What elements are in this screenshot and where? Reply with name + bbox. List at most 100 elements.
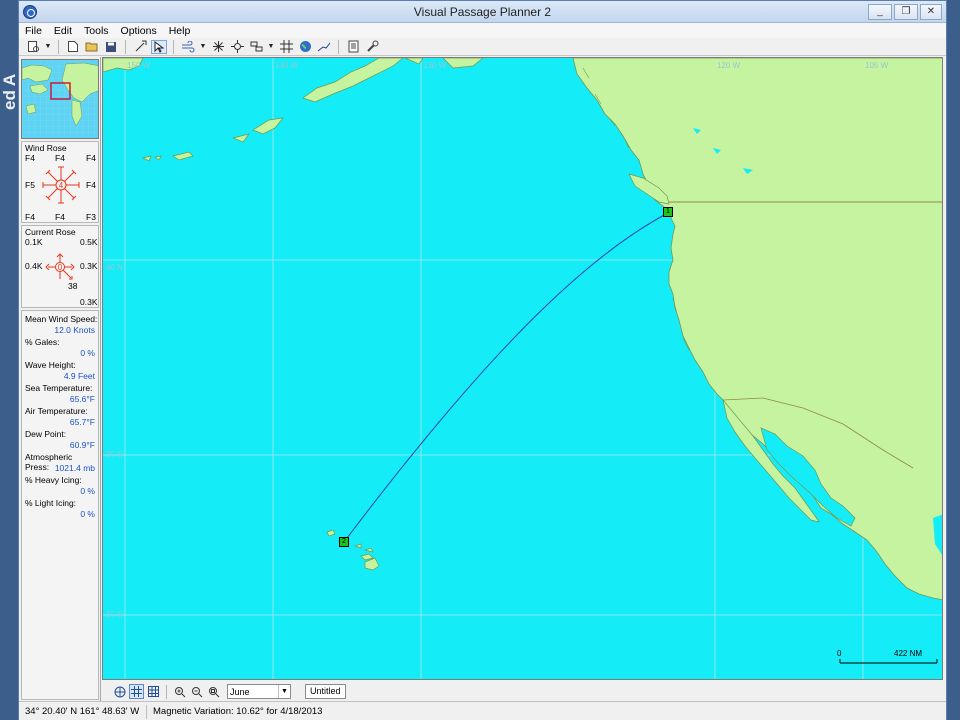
wind-overlay-icon[interactable] (180, 40, 196, 54)
window-title: Visual Passage Planner 2 (413, 5, 552, 19)
longitude-label: 130 W (423, 61, 447, 70)
grid-icon[interactable] (278, 40, 294, 54)
wind-rose-icon[interactable] (210, 40, 226, 54)
stat-label: Mean Wind Speed: (25, 314, 98, 324)
wind-rose-force-e: F4 (86, 180, 96, 190)
new-route-icon[interactable] (25, 40, 41, 54)
current-rose-nw: 0.1K (25, 237, 43, 247)
restore-button[interactable]: ❐ (894, 4, 918, 20)
longitude-label: 120 W (717, 61, 741, 70)
stat-label: Wave Height: (25, 360, 76, 370)
zoom-fit-icon[interactable] (206, 684, 221, 699)
open-folder-icon[interactable] (84, 40, 100, 54)
chart-map-view[interactable]: 1 2 150 W 140 W 130 W 120 W 105 W 40 N 3… (102, 57, 943, 680)
waypoint-1[interactable]: 1 (663, 207, 673, 217)
new-file-icon[interactable] (65, 40, 81, 54)
wind-rose-force-w: F5 (25, 180, 35, 190)
slide-background-text: ed A (0, 73, 18, 110)
close-button[interactable]: ✕ (920, 4, 942, 20)
globe-icon[interactable] (297, 40, 313, 54)
wind-rose-force-n: F4 (55, 153, 65, 163)
stat-value: 65.7°F (69, 417, 95, 427)
waypoint-label: 1 (666, 208, 670, 215)
current-rose-panel: Current Rose 0.1K 0.5K 0.4K 0.3K 38 0.3K… (21, 225, 99, 308)
wind-rose-center: 4 (59, 181, 64, 190)
wind-rose-force-se: F3 (86, 212, 96, 222)
wind-rose-graphic: 4 (42, 166, 80, 204)
document-tab[interactable]: Untitled (305, 684, 346, 699)
stat-label: Air Temperature: (25, 406, 88, 416)
toolbar-divider (173, 39, 174, 54)
route-icon[interactable] (316, 40, 332, 54)
wind-rose-force-sw: F4 (25, 212, 35, 222)
add-waypoint-icon[interactable] (132, 40, 148, 54)
stat-label: Dew Point: (25, 429, 67, 439)
toolbar-divider (58, 39, 59, 54)
menu-tools[interactable]: Tools (84, 25, 109, 37)
stat-label: % Gales: (25, 337, 60, 347)
settings-icon[interactable] (364, 40, 380, 54)
minimize-button[interactable]: _ (868, 4, 892, 20)
toolbar-divider (338, 39, 339, 54)
wind-rose-panel: Wind Rose F4 F4 F4 F5 F4 F4 F4 F3 4 (21, 141, 99, 223)
app-window: Visual Passage Planner 2 _ ❐ ✕ File Edit… (18, 0, 947, 720)
wind-rose-force-nw: F4 (25, 153, 35, 163)
globe-view-icon[interactable] (112, 684, 127, 699)
select-pointer-icon[interactable] (151, 39, 167, 54)
magnetic-variation: Magnetic Variation: 10.62° for 4/18/2013 (153, 705, 323, 717)
latitude-label: 40 N (106, 263, 123, 272)
chevron-down-icon[interactable]: ▼ (267, 40, 275, 54)
title-bar: Visual Passage Planner 2 _ ❐ ✕ (19, 1, 946, 23)
map-canvas[interactable] (103, 58, 943, 680)
chart-layer-icon[interactable] (248, 40, 264, 54)
chevron-down-icon[interactable]: ▼ (199, 40, 207, 54)
overview-minimap[interactable] (21, 59, 99, 139)
zoom-out-icon[interactable] (189, 684, 204, 699)
stat-label: % Heavy Icing: (25, 475, 82, 485)
latitude-label: 10 N (106, 610, 123, 619)
scale-bar (839, 659, 938, 664)
stat-value: 0 % (80, 486, 95, 496)
current-rose-ne: 0.5K (80, 237, 98, 247)
waypoint-2[interactable]: 2 (339, 537, 349, 547)
current-rose-se-count: 38 (68, 281, 78, 291)
scale-end-label: 422 NM (894, 649, 923, 658)
stat-label: Sea Temperature: (25, 383, 93, 393)
stat-value: 65.6°F (69, 394, 95, 404)
cursor-position: 34° 20.40' N 161° 48.63' W (19, 704, 147, 719)
save-icon[interactable] (103, 40, 119, 54)
stat-value: 1021.4 mb (54, 463, 95, 473)
current-rose-title: Current Rose (25, 227, 76, 237)
stat-value: 4.9 Feet (63, 371, 95, 381)
toolbar: ▼ ▼ ▼ (19, 38, 946, 56)
toolbar-divider (125, 39, 126, 54)
longitude-label: 105 W (865, 61, 889, 70)
menu-edit[interactable]: Edit (54, 25, 72, 37)
wind-rose-force-s: F4 (55, 212, 65, 222)
scale-start-label: 0 (837, 649, 842, 658)
current-rose-e: 0.3K (80, 261, 98, 271)
route-line[interactable] (343, 212, 669, 543)
stat-value: 60.9°F (69, 440, 95, 450)
menu-help[interactable]: Help (169, 25, 191, 37)
grid-view-icon[interactable] (129, 684, 144, 699)
stat-value: 0 % (80, 348, 95, 358)
menu-options[interactable]: Options (121, 25, 157, 37)
table-view-icon[interactable] (146, 684, 161, 699)
chevron-down-icon[interactable]: ▼ (44, 40, 52, 54)
report-icon[interactable] (345, 40, 361, 54)
wind-rose-title: Wind Rose (25, 143, 67, 153)
zoom-in-icon[interactable] (172, 684, 187, 699)
menu-file[interactable]: File (25, 25, 42, 37)
stat-value: 0 % (80, 509, 95, 519)
chevron-down-icon[interactable]: ▼ (278, 685, 290, 698)
menu-bar: File Edit Tools Options Help (19, 23, 946, 38)
longitude-label: 150 W (127, 61, 151, 70)
status-bar: 34° 20.40' N 161° 48.63' W Magnetic Vari… (19, 701, 946, 720)
longitude-label: 140 W (275, 61, 299, 70)
current-rose-center: 0 (58, 263, 63, 272)
current-rose-icon[interactable] (229, 40, 245, 54)
waypoint-label: 2 (342, 538, 346, 545)
month-select[interactable]: June ▼ (227, 684, 291, 699)
latitude-label: 30 N (106, 450, 123, 459)
